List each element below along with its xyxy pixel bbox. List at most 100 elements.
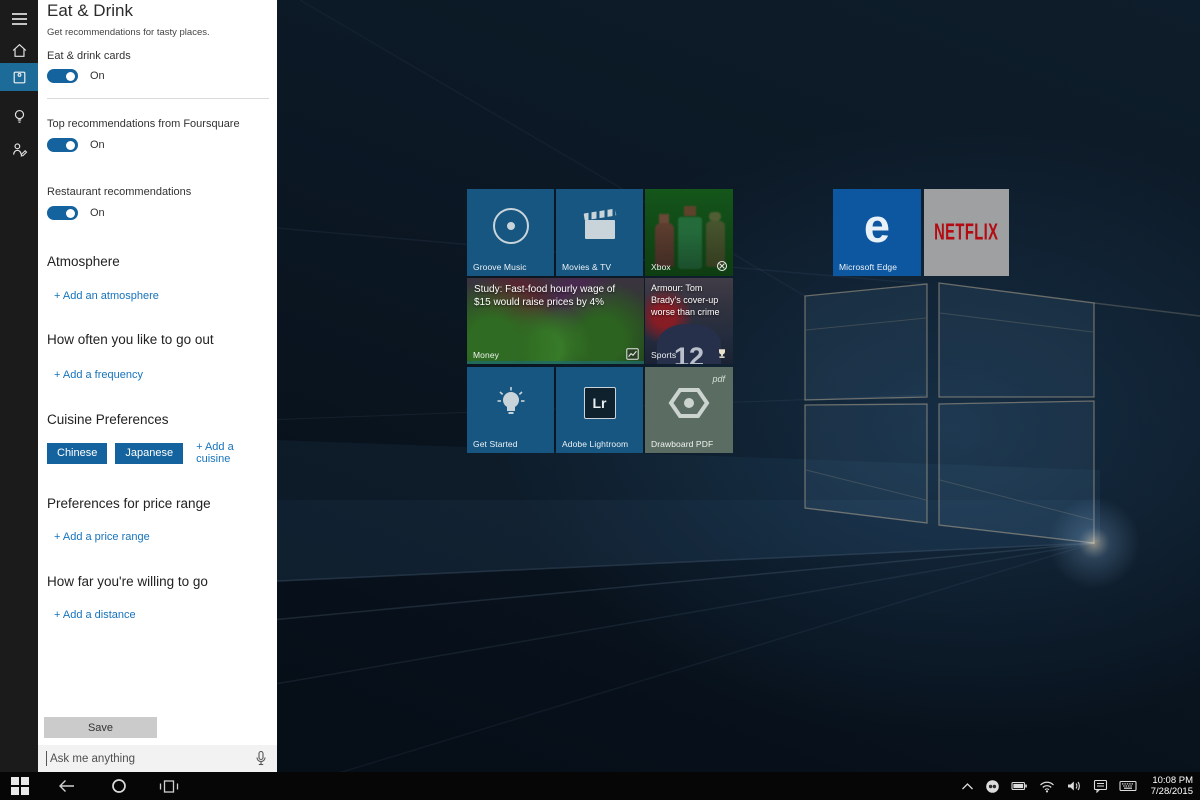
cuisine-chip[interactable]: Japanese <box>115 443 183 464</box>
divider <box>47 98 269 99</box>
cortana-circle-icon <box>111 778 127 794</box>
volume-icon[interactable] <box>1066 779 1082 793</box>
tile-label: Movies & TV <box>562 262 611 272</box>
photo-strip <box>467 361 644 364</box>
cuisine-chip[interactable]: Chinese <box>47 443 107 464</box>
tray-app-icon[interactable] <box>985 779 1000 794</box>
tile-label: Groove Music <box>473 262 527 272</box>
lightroom-logo: Lr <box>584 387 616 419</box>
restaurant-recommendations-toggle[interactable]: On <box>47 206 269 220</box>
add-distance-link[interactable]: + Add a distance <box>54 609 269 621</box>
battery-icon[interactable] <box>1011 780 1028 792</box>
section-heading: Cuisine Preferences <box>47 412 269 427</box>
lightbulb-icon <box>494 385 528 421</box>
toggle-switch[interactable] <box>47 206 78 220</box>
xbox-logo-icon <box>716 260 728 272</box>
back-icon <box>58 779 76 793</box>
tile-movies-tv[interactable]: Movies & TV <box>556 189 643 276</box>
screen: Groove Music Movies & TV Xbox e Microsof… <box>0 0 1200 800</box>
section-heading: How often you like to go out <box>47 332 269 347</box>
page-title: Eat & Drink <box>47 1 269 21</box>
tile-label: Microsoft Edge <box>839 262 897 272</box>
tile-netflix[interactable]: NETFLIX <box>924 189 1009 276</box>
jersey-number: 12 <box>674 342 704 364</box>
notebook-icon <box>11 69 28 86</box>
tile-money[interactable]: Study: Fast-food hourly wage of $15 woul… <box>467 278 644 364</box>
tile-label: Adobe Lightroom <box>562 439 628 449</box>
touch-keyboard-icon[interactable] <box>1119 780 1137 792</box>
cortana-notebook-page: Eat & Drink Get recommendations for tast… <box>38 0 277 772</box>
eat-drink-cards-toggle[interactable]: On <box>47 69 269 83</box>
start-button[interactable] <box>0 772 40 800</box>
pdf-script-glyph: pdf <box>712 374 725 384</box>
cortana-panel: Eat & Drink Get recommendations for tast… <box>0 0 277 772</box>
section-heading: Atmosphere <box>47 254 269 269</box>
trophy-badge-icon <box>716 348 728 360</box>
taskbar: 10:08 PM 7/28/2015 <box>0 772 1200 800</box>
tile-groove-music[interactable]: Groove Music <box>467 189 554 276</box>
tile-get-started[interactable]: Get Started <box>467 367 554 453</box>
task-view-icon <box>159 779 179 794</box>
toggle-switch[interactable] <box>47 138 78 152</box>
section-heading: How far you're willing to go <box>47 574 269 589</box>
clock-time: 10:08 PM <box>1151 775 1193 786</box>
tile-adobe-lightroom[interactable]: Lr Adobe Lightroom <box>556 367 643 453</box>
foursquare-toggle[interactable]: On <box>47 138 269 152</box>
sidebar-item-home[interactable] <box>0 37 38 64</box>
tile-drawboard-pdf[interactable]: pdf Drawboard PDF <box>645 367 733 453</box>
tile-label: Drawboard PDF <box>651 439 713 449</box>
cortana-sidebar <box>0 0 38 772</box>
menu-button[interactable] <box>0 5 38 32</box>
reminders-lightbulb-icon <box>11 108 28 125</box>
save-button[interactable]: Save <box>44 717 157 738</box>
search-input[interactable] <box>48 748 267 770</box>
groove-music-icon <box>493 208 529 244</box>
task-view-button[interactable] <box>149 772 189 800</box>
toggle-state: On <box>90 70 105 82</box>
clapperboard-icon <box>585 220 615 239</box>
tile-label: Money <box>473 350 499 360</box>
tile-microsoft-edge[interactable]: e Microsoft Edge <box>833 189 921 276</box>
microphone-icon[interactable] <box>253 750 269 767</box>
cortana-button[interactable] <box>99 772 139 800</box>
add-price-range-link[interactable]: + Add a price range <box>54 531 269 543</box>
toggle-label: Top recommendations from Foursquare <box>47 118 269 130</box>
toggle-state: On <box>90 139 105 151</box>
section-heading: Preferences for price range <box>47 496 269 511</box>
tile-xbox[interactable]: Xbox <box>645 189 733 276</box>
tile-label: Get Started <box>473 439 518 449</box>
search-bar <box>38 745 277 772</box>
text-caret <box>46 751 47 766</box>
news-headline: Armour: Tom Brady's cover-up worse than … <box>651 282 725 318</box>
page-subtitle: Get recommendations for tasty places. <box>47 27 269 38</box>
sidebar-item-notebook[interactable] <box>0 63 38 91</box>
add-frequency-link[interactable]: + Add a frequency <box>54 369 269 381</box>
cuisine-chips: Chinese Japanese + Add a cuisine <box>47 441 269 465</box>
toggle-label: Restaurant recommendations <box>47 186 269 198</box>
home-icon <box>11 42 28 59</box>
back-button[interactable] <box>47 772 87 800</box>
tile-label: Xbox <box>651 262 671 272</box>
menu-icon <box>11 12 28 26</box>
chart-badge-icon <box>626 348 639 360</box>
system-tray: 10:08 PM 7/28/2015 <box>961 772 1200 800</box>
toggle-state: On <box>90 207 105 219</box>
clock[interactable]: 10:08 PM 7/28/2015 <box>1151 775 1193 797</box>
clock-date: 7/28/2015 <box>1151 786 1193 797</box>
news-headline: Study: Fast-food hourly wage of $15 woul… <box>474 283 626 309</box>
edge-logo-icon: e <box>864 202 890 249</box>
toggle-label: Eat & drink cards <box>47 50 269 62</box>
netflix-logo: NETFLIX <box>934 219 998 246</box>
drawboard-hexagon-icon <box>667 383 711 423</box>
sidebar-item-feedback[interactable] <box>0 136 38 163</box>
toggle-switch[interactable] <box>47 69 78 83</box>
add-atmosphere-link[interactable]: + Add an atmosphere <box>54 290 269 302</box>
action-center-icon[interactable] <box>1093 779 1108 793</box>
wifi-icon[interactable] <box>1039 780 1055 793</box>
chevron-up-icon[interactable] <box>961 782 974 791</box>
start-icon <box>11 777 29 795</box>
tile-sports[interactable]: 12 Armour: Tom Brady's cover-up worse th… <box>645 278 733 364</box>
feedback-icon <box>11 141 28 158</box>
sidebar-item-reminders[interactable] <box>0 103 38 130</box>
add-cuisine-link[interactable]: + Add a cuisine <box>196 441 269 465</box>
